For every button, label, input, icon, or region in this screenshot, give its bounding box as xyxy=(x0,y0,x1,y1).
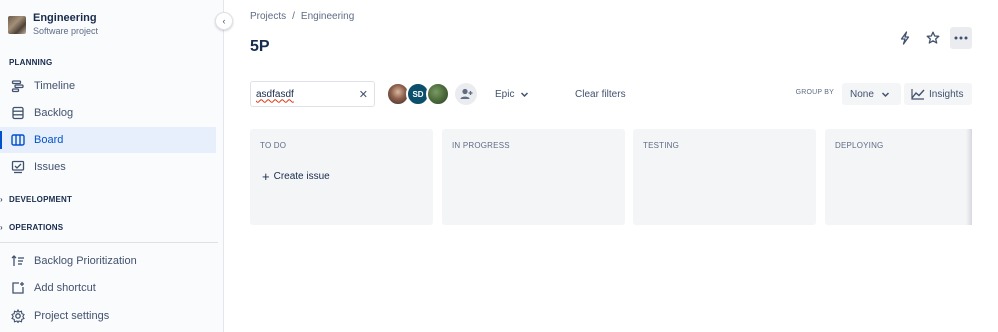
sidebar-item-label: Issues xyxy=(34,161,66,173)
breadcrumb-separator: / xyxy=(292,11,295,22)
create-issue-label: Create issue xyxy=(273,171,330,182)
filter-bar: asdfasdf ✕ SD Epic Clear filters GROUP B… xyxy=(250,81,972,107)
breadcrumb-engineering[interactable]: Engineering xyxy=(301,11,354,22)
sidebar-item-timeline[interactable]: Timeline xyxy=(0,73,216,99)
section-development-label: DEVELOPMENT xyxy=(9,195,73,204)
project-name: Engineering xyxy=(33,12,97,24)
board-icon xyxy=(10,132,26,148)
clear-search-icon[interactable]: ✕ xyxy=(359,88,368,101)
project-type: Software project xyxy=(33,26,99,36)
column-header: DEPLOYING xyxy=(835,141,884,150)
epic-filter-dropdown[interactable]: Epic xyxy=(491,81,533,107)
assignee-avatars: SD xyxy=(386,82,450,106)
section-operations[interactable]: › OPERATIONS xyxy=(0,223,63,232)
sidebar-item-backlog-prioritization[interactable]: Backlog Prioritization xyxy=(0,248,216,274)
group-by-label: GROUP BY xyxy=(795,89,834,96)
more-icon xyxy=(954,36,968,40)
group-by-dropdown[interactable]: None xyxy=(842,83,901,105)
automation-button[interactable] xyxy=(894,27,916,49)
group-by-value: None xyxy=(850,88,874,100)
column-header: TESTING xyxy=(643,141,680,150)
top-actions xyxy=(894,27,972,49)
collapse-sidebar-button[interactable]: ‹ xyxy=(215,12,233,30)
gear-icon xyxy=(10,308,26,324)
page-title: 5P xyxy=(250,38,270,55)
avatar-initials: SD xyxy=(412,89,424,99)
chevron-right-icon: › xyxy=(0,223,3,232)
chevron-left-icon: ‹ xyxy=(222,16,226,26)
insights-button[interactable]: Insights xyxy=(904,83,972,105)
board: TO DO + Create issue IN PROGRESS TESTING… xyxy=(250,129,972,225)
create-issue-button[interactable]: + Create issue xyxy=(262,168,330,184)
add-people-button[interactable] xyxy=(455,83,477,105)
main-content: Projects / Engineering 5P asdfasdf ✕ SD … xyxy=(225,0,998,332)
insights-label: Insights xyxy=(929,88,964,100)
chevron-right-icon: › xyxy=(0,195,3,204)
search-input-value: asdfasdf xyxy=(256,88,294,100)
chevron-down-icon xyxy=(881,91,889,97)
board-column-testing: TESTING xyxy=(633,129,816,225)
sidebar-item-label: Backlog xyxy=(34,107,74,119)
sort-icon xyxy=(10,253,26,269)
clear-filters-button[interactable]: Clear filters xyxy=(575,81,626,107)
sidebar-item-label: Board xyxy=(34,134,64,146)
section-development[interactable]: › DEVELOPMENT xyxy=(0,195,72,204)
star-button[interactable] xyxy=(922,27,944,49)
sidebar-item-label: Timeline xyxy=(34,80,76,92)
sidebar-item-label: Backlog Prioritization xyxy=(34,255,137,267)
column-header: TO DO xyxy=(260,141,287,150)
board-scroll-shadow xyxy=(966,129,972,225)
add-shortcut-icon xyxy=(10,280,26,296)
sidebar-item-project-settings[interactable]: Project settings xyxy=(0,303,216,329)
section-planning: PLANNING xyxy=(9,58,53,67)
sidebar-item-label: Add shortcut xyxy=(34,282,96,294)
sidebar-item-board[interactable]: Board xyxy=(0,127,216,153)
epic-filter-label: Epic xyxy=(495,88,515,100)
breadcrumb: Projects / Engineering xyxy=(250,11,354,22)
sidebar-item-issues[interactable]: Issues xyxy=(0,154,216,180)
sidebar: Engineering Software project PLANNING Ti… xyxy=(0,0,224,332)
sidebar-item-backlog[interactable]: Backlog xyxy=(0,100,216,126)
lightning-icon xyxy=(900,31,910,45)
backlog-icon xyxy=(10,105,26,121)
search-input[interactable]: asdfasdf ✕ xyxy=(250,81,375,107)
issues-icon xyxy=(10,159,26,175)
clear-filters-label: Clear filters xyxy=(575,88,626,100)
project-header[interactable]: Engineering Software project xyxy=(8,12,98,37)
avatar[interactable] xyxy=(426,82,450,106)
plus-icon: + xyxy=(262,168,270,184)
chevron-down-icon xyxy=(521,91,529,97)
board-column-deploying: DEPLOYING xyxy=(825,129,972,225)
board-column-todo: TO DO + Create issue xyxy=(250,129,433,225)
star-icon xyxy=(926,31,940,44)
add-person-icon xyxy=(460,88,473,99)
sidebar-item-add-shortcut[interactable]: Add shortcut xyxy=(0,275,216,301)
sidebar-divider xyxy=(0,242,218,243)
project-avatar xyxy=(8,15,26,34)
timeline-icon xyxy=(10,78,26,94)
column-header: IN PROGRESS xyxy=(452,141,510,150)
chart-line-icon xyxy=(911,89,925,100)
breadcrumb-projects[interactable]: Projects xyxy=(250,11,286,22)
board-column-in-progress: IN PROGRESS xyxy=(442,129,625,225)
sidebar-item-label: Project settings xyxy=(34,310,110,322)
section-operations-label: OPERATIONS xyxy=(9,223,64,232)
more-actions-button[interactable] xyxy=(950,27,972,49)
